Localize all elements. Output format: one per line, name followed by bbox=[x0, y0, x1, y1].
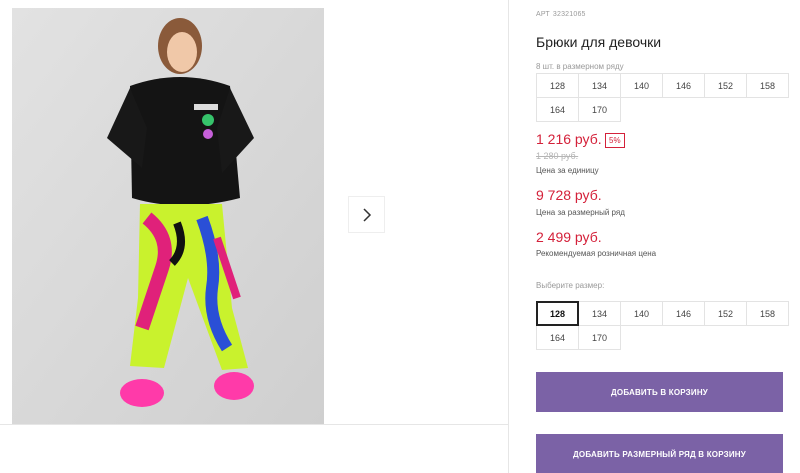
pack-size-cell: 146 bbox=[662, 73, 705, 98]
size-option[interactable]: 146 bbox=[662, 301, 705, 326]
retail-price: 2 499 руб. bbox=[536, 229, 602, 245]
add-pack-to-cart-button[interactable]: ДОБАВИТЬ РАЗМЕРНЫЙ РЯД В КОРЗИНУ bbox=[536, 434, 783, 473]
article-label: АРТ bbox=[536, 11, 550, 18]
size-option[interactable]: 170 bbox=[578, 325, 621, 350]
pack-price-label: Цена за размерный ряд bbox=[536, 208, 625, 217]
size-option[interactable]: 158 bbox=[746, 301, 789, 326]
pack-sizes-grid: 128 134 140 146 152 158 164 170 bbox=[536, 73, 789, 122]
pack-size-cell: 152 bbox=[704, 73, 747, 98]
product-page: АРТ 32321065 Брюки для девочки 8 шт. в ра… bbox=[0, 0, 800, 473]
size-select-hint: Выберите размер: bbox=[536, 281, 605, 290]
divider-horizontal bbox=[0, 424, 508, 425]
size-option[interactable]: 140 bbox=[620, 301, 663, 326]
pack-size-cell: 134 bbox=[578, 73, 621, 98]
size-option[interactable]: 134 bbox=[578, 301, 621, 326]
pack-size-cell: 164 bbox=[536, 97, 579, 122]
pack-price: 9 728 руб. bbox=[536, 187, 602, 203]
divider-vertical bbox=[508, 0, 509, 473]
product-photo[interactable] bbox=[12, 8, 324, 424]
size-option[interactable]: 152 bbox=[704, 301, 747, 326]
article-number: АРТ 32321065 bbox=[536, 11, 586, 18]
size-option-selected[interactable]: 128 bbox=[536, 301, 579, 326]
product-photo-illustration bbox=[12, 8, 324, 424]
unit-price: 1 216 руб. bbox=[536, 131, 602, 147]
size-option[interactable]: 164 bbox=[536, 325, 579, 350]
next-image-button[interactable] bbox=[348, 196, 385, 233]
unit-price-label: Цена за единицу bbox=[536, 166, 599, 175]
product-title: Брюки для девочки bbox=[536, 34, 662, 50]
discount-badge: 5% bbox=[605, 133, 625, 148]
pack-size-cell: 140 bbox=[620, 73, 663, 98]
size-select-grid: 128 134 140 146 152 158 164 170 bbox=[536, 301, 789, 350]
pack-size-cell: 128 bbox=[536, 73, 579, 98]
pack-sizes-hint: 8 шт. в размерном ряду bbox=[536, 62, 624, 71]
chevron-right-icon bbox=[362, 207, 371, 222]
article-value: 32321065 bbox=[552, 11, 586, 18]
old-price: 1 280 руб. bbox=[536, 151, 579, 161]
add-to-cart-button[interactable]: ДОБАВИТЬ В КОРЗИНУ bbox=[536, 372, 783, 412]
retail-price-label: Рекомендуемая розничная цена bbox=[536, 249, 657, 258]
pack-size-cell: 158 bbox=[746, 73, 789, 98]
pack-size-cell: 170 bbox=[578, 97, 621, 122]
